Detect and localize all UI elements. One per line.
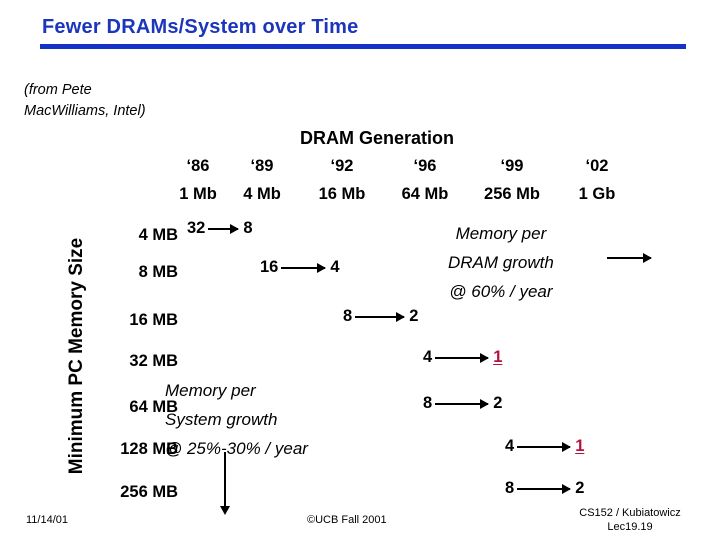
data-pair-5-from: 4 — [505, 437, 515, 455]
data-pair-5-to: 1 — [575, 437, 585, 455]
system-growth-annotation: Memory per System growth @ 25%-30% / yea… — [165, 376, 308, 463]
row-label-0: 4 MB — [138, 226, 178, 244]
dram-size-cell-5: 1 Gb — [578, 185, 616, 203]
right-arrow-icon — [355, 311, 406, 322]
data-pair-6-from: 8 — [505, 479, 515, 497]
dram-size-cell-4: 256 Mb — [484, 185, 540, 203]
dram-size-cell-2: 16 Mb — [318, 185, 366, 203]
row-label-5: 128 MB — [120, 440, 178, 458]
footer-course: CS152 / Kubiatowicz — [579, 507, 681, 519]
title-underline-rule — [40, 44, 686, 49]
right-arrow-icon — [281, 262, 327, 273]
row-label-3: 32 MB — [129, 352, 178, 370]
dram-size-cell-3: 64 Mb — [401, 185, 449, 203]
dram-growth-line-2: DRAM growth — [448, 253, 554, 272]
data-pair-5: 4 1 — [505, 437, 584, 456]
year-cell-2: ‘92 — [330, 157, 354, 175]
data-pair-4-to: 2 — [493, 394, 503, 412]
data-pair-6-to: 2 — [575, 479, 585, 497]
data-pair-1-from: 16 — [260, 258, 279, 276]
system-growth-line-3: @ 25%-30% / year — [165, 439, 308, 458]
dram-size-cell-0: 1 Mb — [179, 185, 217, 203]
dram-size-cell-1: 4 Mb — [243, 185, 281, 203]
dram-growth-annotation: Memory per DRAM growth @ 60% / year — [448, 219, 554, 306]
data-pair-2-to: 2 — [409, 307, 419, 325]
year-cell-4: ‘99 — [500, 157, 524, 175]
right-arrow-icon — [435, 398, 490, 409]
year-cell-5: ‘02 — [585, 157, 609, 175]
data-pair-4: 8 2 — [423, 394, 502, 413]
dram-growth-line-3: @ 60% / year — [449, 282, 553, 301]
page-title: Fewer DRAMs/System over Time — [42, 16, 359, 38]
data-pair-0-from: 32 — [187, 219, 206, 237]
dram-generation-heading: DRAM Generation — [300, 128, 455, 148]
footer-course-info: CS152 / Kubiatowicz Lec19.19 — [560, 506, 700, 534]
right-arrow-icon — [208, 223, 240, 234]
footer-copyright: ©UCB Fall 2001 — [307, 514, 387, 526]
dram-growth-line-1: Memory per — [455, 224, 547, 243]
data-pair-1-to: 4 — [330, 258, 340, 276]
data-pair-1: 16 4 — [260, 258, 340, 277]
footer-lecture: Lec19.19 — [607, 521, 653, 533]
year-cell-0: ‘86 — [186, 157, 210, 175]
right-arrow-icon — [517, 483, 572, 494]
data-pair-0: 32 8 — [187, 219, 253, 238]
right-arrow-icon — [435, 352, 490, 363]
dram-growth-right-arrow-icon — [607, 253, 652, 263]
system-growth-line-1: Memory per — [165, 381, 256, 400]
generation-year-header-row: ‘86 ‘89 ‘92 ‘96 ‘99 ‘02 — [170, 157, 634, 176]
right-arrow-icon — [517, 441, 572, 452]
attribution-text: (from Pete MacWilliams, Intel) — [24, 82, 146, 119]
row-label-2: 16 MB — [129, 311, 178, 329]
row-label-4: 64 MB — [129, 398, 178, 416]
dram-size-header-row: 1 Mb 4 Mb 16 Mb 64 Mb 256 Mb 1 Gb — [170, 185, 634, 204]
data-pair-3-from: 4 — [423, 348, 433, 366]
data-pair-2-from: 8 — [343, 307, 353, 325]
system-growth-down-arrow-icon — [220, 452, 230, 515]
slide-canvas: Fewer DRAMs/System over Time (from Pete … — [0, 0, 720, 540]
footer-date: 11/14/01 — [26, 514, 69, 526]
data-pair-6: 8 2 — [505, 479, 584, 498]
data-pair-0-to: 8 — [243, 219, 253, 237]
data-pair-2: 8 2 — [343, 307, 418, 326]
year-cell-3: ‘96 — [413, 157, 437, 175]
data-pair-3-to: 1 — [493, 348, 503, 366]
data-pair-4-from: 8 — [423, 394, 433, 412]
system-growth-line-2: System growth — [165, 410, 278, 429]
row-label-1: 8 MB — [138, 263, 178, 281]
year-cell-1: ‘89 — [250, 157, 274, 175]
row-label-6: 256 MB — [120, 483, 178, 501]
data-pair-3: 4 1 — [423, 348, 502, 367]
